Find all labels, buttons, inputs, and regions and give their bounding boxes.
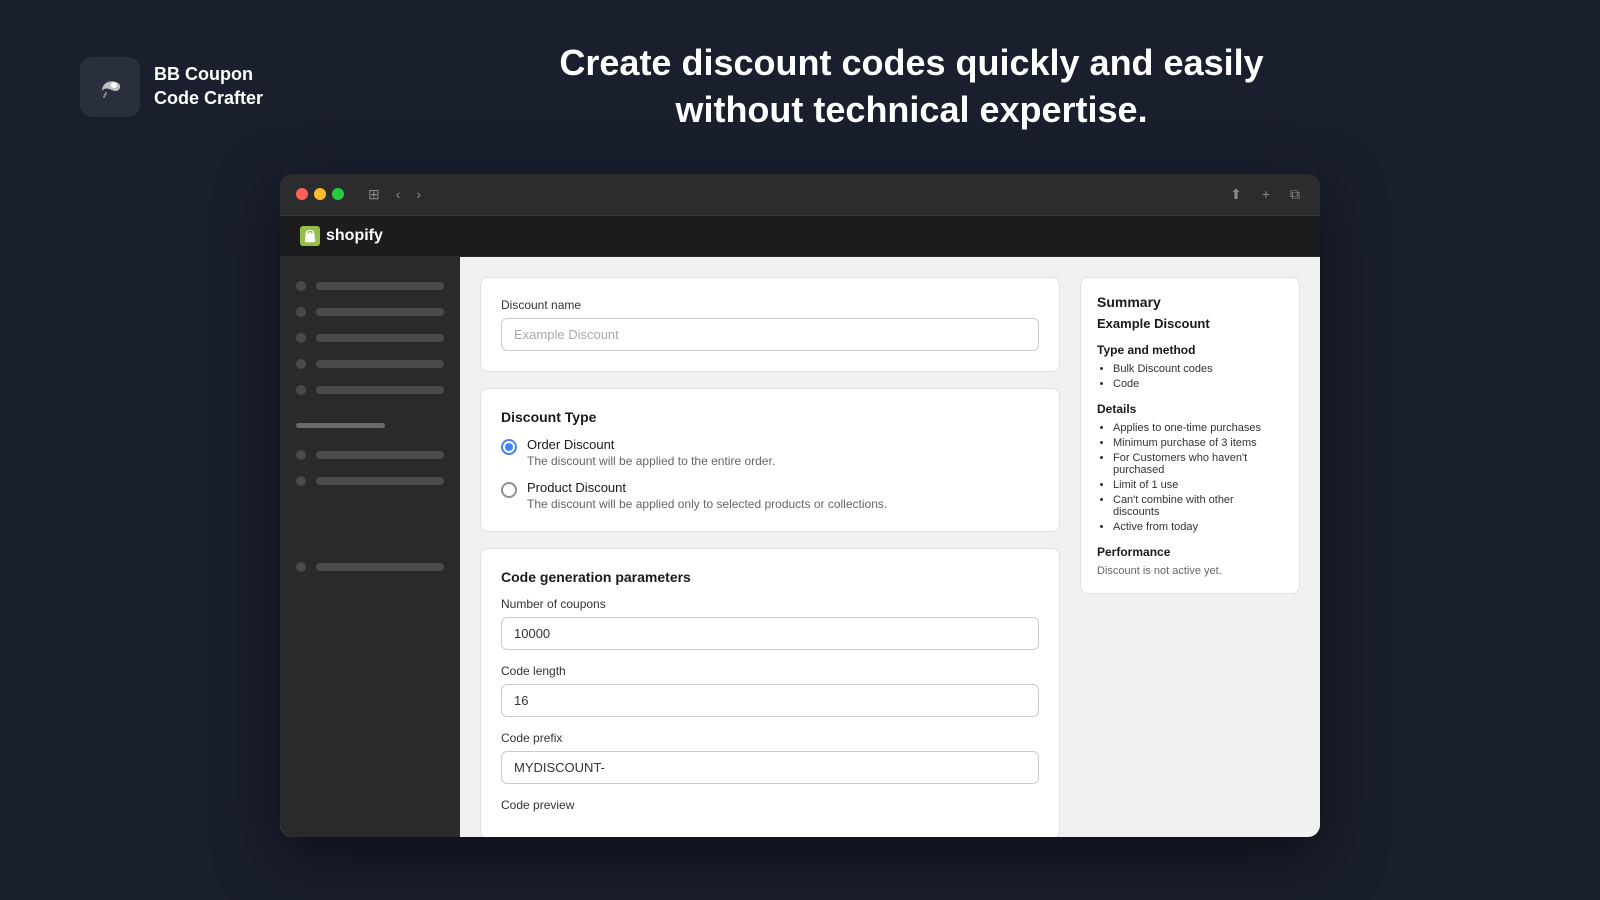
performance-title: Performance <box>1097 545 1283 559</box>
discount-type-radio-group: Order Discount The discount will be appl… <box>501 437 1039 511</box>
type-item-2: Code <box>1113 378 1283 390</box>
summary-discount-name: Example Discount <box>1097 316 1283 331</box>
detail-item-3: Limit of 1 use <box>1113 479 1283 491</box>
sidebar-section-header <box>280 411 460 442</box>
sidebar-bar-5 <box>316 386 444 394</box>
code-prefix-label: Code prefix <box>501 731 1039 745</box>
discount-name-input[interactable] <box>501 318 1039 351</box>
sidebar-dot-5 <box>296 385 306 395</box>
code-length-input[interactable] <box>501 684 1039 717</box>
app-logo-icon <box>80 57 140 117</box>
radio-order-content: Order Discount The discount will be appl… <box>527 437 775 468</box>
sidebar-bottom-bar <box>316 563 444 571</box>
radio-product-desc: The discount will be applied only to sel… <box>527 497 887 511</box>
code-gen-title: Code generation parameters <box>501 569 1039 585</box>
sidebar-item-5[interactable] <box>280 377 460 403</box>
sidebar-section-item-1[interactable] <box>280 442 460 468</box>
radio-order-discount[interactable]: Order Discount The discount will be appl… <box>501 437 1039 468</box>
detail-item-4: Can't combine with other discounts <box>1113 494 1283 518</box>
code-preview-label: Code preview <box>501 798 1039 812</box>
traffic-light-green[interactable] <box>332 188 344 200</box>
shopify-bar: shopify <box>280 216 1320 257</box>
sidebar <box>280 257 460 837</box>
sidebar-bar-3 <box>316 334 444 342</box>
shopify-logo: shopify <box>300 226 383 246</box>
sidebar-bar-1 <box>316 282 444 290</box>
forward-button[interactable]: › <box>412 184 425 204</box>
browser-chrome: ⊞ ‹ › ⬆ + ⧉ <box>280 174 1320 216</box>
shopify-bag-icon <box>300 226 320 246</box>
radio-order-circle[interactable] <box>501 439 517 455</box>
summary-panel: Summary Example Discount Type and method… <box>1080 277 1300 817</box>
sidebar-bar-4 <box>316 360 444 368</box>
discount-type-title: Discount Type <box>501 409 1039 425</box>
traffic-light-red[interactable] <box>296 188 308 200</box>
radio-product-discount[interactable]: Product Discount The discount will be ap… <box>501 480 1039 511</box>
shopify-brand-label: shopify <box>326 227 383 245</box>
radio-order-label: Order Discount <box>527 437 775 452</box>
copy-button[interactable]: ⧉ <box>1286 184 1304 205</box>
sidebar-section-bar-2 <box>316 477 444 485</box>
discount-type-card: Discount Type Order Discount The discoun… <box>480 388 1060 532</box>
browser-nav-controls: ⊞ ‹ › <box>364 184 425 205</box>
traffic-light-yellow[interactable] <box>314 188 326 200</box>
detail-item-5: Active from today <box>1113 521 1283 533</box>
header-area: BB Coupon Code Crafter Create discount c… <box>0 0 1600 174</box>
content-area: Discount name Discount Type Order Discou… <box>280 257 1320 837</box>
form-area: Discount name Discount Type Order Discou… <box>480 277 1060 817</box>
radio-order-desc: The discount will be applied to the enti… <box>527 454 775 468</box>
sidebar-item-2[interactable] <box>280 299 460 325</box>
summary-title: Summary <box>1097 294 1283 310</box>
radio-product-content: Product Discount The discount will be ap… <box>527 480 887 511</box>
new-tab-button[interactable]: + <box>1258 184 1274 205</box>
type-method-list: Bulk Discount codes Code <box>1097 363 1283 390</box>
main-content: Discount name Discount Type Order Discou… <box>460 257 1320 837</box>
code-length-label: Code length <box>501 664 1039 678</box>
code-gen-card: Code generation parameters Number of cou… <box>480 548 1060 837</box>
details-title: Details <box>1097 402 1283 416</box>
type-method-title: Type and method <box>1097 343 1283 357</box>
sidebar-dot-1 <box>296 281 306 291</box>
discount-name-card: Discount name <box>480 277 1060 372</box>
browser-action-buttons: ⬆ + ⧉ <box>1226 184 1304 205</box>
back-button[interactable]: ‹ <box>392 184 405 204</box>
sidebar-bottom-item[interactable] <box>280 554 460 580</box>
logo-block: BB Coupon Code Crafter <box>80 57 263 117</box>
num-coupons-label: Number of coupons <box>501 597 1039 611</box>
sidebar-dot-2 <box>296 307 306 317</box>
sidebar-item-1[interactable] <box>280 273 460 299</box>
share-button[interactable]: ⬆ <box>1226 184 1246 205</box>
details-list: Applies to one-time purchases Minimum pu… <box>1097 422 1283 533</box>
code-prefix-input[interactable] <box>501 751 1039 784</box>
sidebar-item-3[interactable] <box>280 325 460 351</box>
sidebar-dot-3 <box>296 333 306 343</box>
grid-view-button[interactable]: ⊞ <box>364 184 384 205</box>
num-coupons-input[interactable] <box>501 617 1039 650</box>
sidebar-bar-2 <box>316 308 444 316</box>
performance-text: Discount is not active yet. <box>1097 565 1283 577</box>
sidebar-section-dot-1 <box>296 450 306 460</box>
traffic-lights <box>296 188 344 200</box>
radio-product-label: Product Discount <box>527 480 887 495</box>
detail-item-1: Minimum purchase of 3 items <box>1113 437 1283 449</box>
radio-product-circle[interactable] <box>501 482 517 498</box>
type-item-1: Bulk Discount codes <box>1113 363 1283 375</box>
detail-item-2: For Customers who haven't purchased <box>1113 452 1283 476</box>
sidebar-bottom-dot <box>296 562 306 572</box>
sidebar-section-bar-1 <box>316 451 444 459</box>
discount-name-label: Discount name <box>501 298 1039 312</box>
sidebar-item-4[interactable] <box>280 351 460 377</box>
sidebar-dot-4 <box>296 359 306 369</box>
browser-window: ⊞ ‹ › ⬆ + ⧉ shopify <box>280 174 1320 837</box>
app-name: BB Coupon Code Crafter <box>154 63 263 110</box>
sidebar-section-bar <box>296 423 385 428</box>
app-tagline: Create discount codes quickly and easily… <box>303 40 1520 134</box>
summary-inner: Summary Example Discount Type and method… <box>1080 277 1300 594</box>
sidebar-section-dot-2 <box>296 476 306 486</box>
detail-item-0: Applies to one-time purchases <box>1113 422 1283 434</box>
sidebar-section-item-2[interactable] <box>280 468 460 494</box>
